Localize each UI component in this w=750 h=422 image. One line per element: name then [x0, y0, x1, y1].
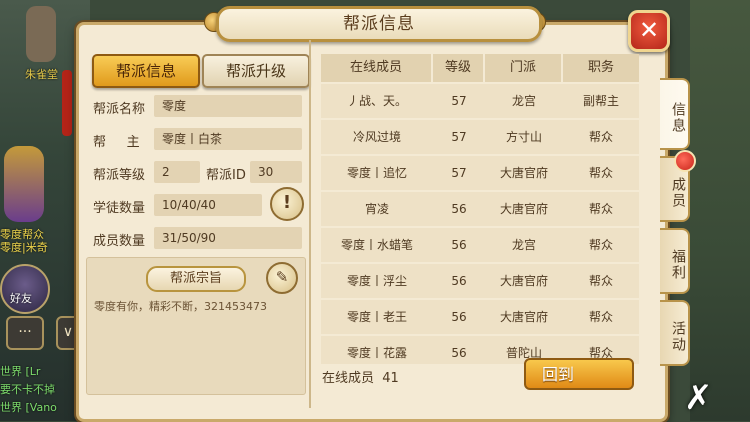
member-name: 零度丨老王: [346, 310, 407, 324]
member-sect: 大唐官府: [499, 202, 548, 216]
guild-name-label: 帮派名称: [93, 102, 146, 117]
member-name: 宵凌: [364, 202, 389, 216]
world-chat-line-3: 世界 [Vano: [0, 401, 57, 414]
header-level: 等级: [433, 54, 485, 82]
guild-name-value: 零度: [154, 95, 302, 117]
member-level: 56: [451, 274, 467, 288]
tab-guild-info[interactable]: 帮派信息: [92, 54, 200, 88]
member-position: 帮众: [588, 274, 613, 288]
table-row[interactable]: 宵凌 56 大唐官府 帮众: [321, 192, 639, 226]
header-position: 职务: [587, 60, 614, 75]
friend-button[interactable]: [0, 264, 50, 314]
side-tab-activity[interactable]: 活动: [660, 300, 690, 366]
apprentice-count-label: 学徒数量: [93, 201, 146, 216]
member-count-label: 成员数量: [93, 234, 146, 249]
side-tab-info[interactable]: 信息: [660, 78, 690, 150]
table-row[interactable]: 冷风过境 57 方寸山 帮众: [321, 120, 639, 154]
member-level: 56: [451, 346, 467, 360]
member-name: 丿战、天。: [346, 94, 407, 108]
member-name: 零度丨追忆: [346, 166, 407, 180]
back-button[interactable]: 回到: [524, 358, 634, 390]
header-member-name: 在线成员: [321, 54, 433, 82]
chat-bubble-icon[interactable]: ···: [6, 316, 44, 350]
table-body[interactable]: 丿战、天。 57 龙宫 副帮主 冷风过境 57 方寸山 帮众 零度丨追忆 57 …: [321, 82, 639, 364]
member-name: 零度丨花露: [346, 346, 407, 360]
member-level: 57: [451, 130, 467, 144]
member-position: 帮众: [588, 130, 613, 144]
exclamation-icon[interactable]: !: [270, 187, 304, 221]
watermark-logo: ✗: [684, 378, 713, 418]
apprentice-count-value: 10/40/40: [154, 194, 262, 216]
window-title: 帮派信息: [343, 14, 415, 34]
member-sect: 龙宫: [511, 94, 536, 108]
member-name: 零度丨浮尘: [346, 274, 407, 288]
table-row[interactable]: 零度丨追忆 57 大唐官府 帮众: [321, 156, 639, 190]
member-level: 57: [451, 166, 467, 180]
member-level: 56: [451, 238, 467, 252]
member-sect: 方寸山: [505, 130, 542, 144]
player-character: [4, 146, 44, 222]
member-position: 帮众: [588, 166, 613, 180]
table-row[interactable]: 丿战、天。 57 龙宫 副帮主: [321, 84, 639, 118]
guild-level-label: 帮派等级: [93, 168, 146, 183]
member-level: 56: [451, 202, 467, 216]
guild-leader-value: 零度丨白茶: [154, 128, 302, 150]
npc-character: [26, 6, 56, 62]
member-sect: 大唐官府: [499, 274, 548, 288]
table-row[interactable]: 零度丨浮尘 56 大唐官府 帮众: [321, 264, 639, 298]
table-row[interactable]: 零度丨老王 56 大唐官府 帮众: [321, 300, 639, 334]
world-chat-line-2: 要不卡不掉: [0, 383, 55, 396]
guild-level-value: 2: [154, 161, 200, 183]
member-level: 57: [451, 94, 467, 108]
panel-divider: [309, 40, 311, 408]
online-members-count: 在线成员 41: [322, 371, 399, 386]
member-name: 零度丨水蜡笔: [340, 238, 413, 252]
window-title-banner: 帮派信息: [216, 6, 542, 42]
table-row[interactable]: 零度丨水蜡笔 56 龙宫 帮众: [321, 228, 639, 262]
notification-badge: [674, 150, 696, 172]
member-sect: 大唐官府: [499, 310, 548, 324]
header-sect: 门派: [485, 54, 563, 82]
member-sect: 龙宫: [511, 238, 536, 252]
member-level: 56: [451, 310, 467, 324]
member-position: 帮众: [588, 202, 613, 216]
member-count-value: 31/50/90: [154, 227, 302, 249]
member-sect: 大唐官府: [499, 166, 548, 180]
game-background-right: [690, 0, 750, 421]
brush-icon[interactable]: ✎: [266, 262, 298, 294]
guild-motto-title: 帮派宗旨: [146, 266, 246, 292]
member-position: 帮众: [588, 238, 613, 252]
member-position: 帮众: [588, 310, 613, 324]
friend-label: 好友: [10, 292, 32, 305]
tab-guild-upgrade[interactable]: 帮派升级: [202, 54, 310, 88]
ally-tag-label: 零度帮众 零度|米奇: [0, 228, 48, 254]
table-header: 在线成员 等级 门派 职务: [321, 54, 639, 82]
online-members-table: 在线成员 等级 门派 职务 丿战、天。 57 龙宫 副帮主 冷风过境 57 方寸…: [321, 54, 639, 364]
member-position: 副帮主: [582, 94, 619, 108]
guild-id-value: 30: [250, 161, 302, 183]
guild-leader-label: 帮 主: [93, 135, 140, 150]
ally-name-label: 朱雀堂: [25, 68, 58, 81]
tassel-ornament: [62, 70, 72, 136]
side-tab-welfare[interactable]: 福利: [660, 228, 690, 294]
guild-motto-text: 零度有你，精彩不断，321453473: [94, 300, 267, 313]
member-name: 冷风过境: [352, 130, 401, 144]
close-icon[interactable]: ✕: [628, 10, 670, 52]
guild-id-label: 帮派ID: [206, 168, 246, 183]
world-chat-line-1: 世界 [Lr: [0, 365, 41, 378]
